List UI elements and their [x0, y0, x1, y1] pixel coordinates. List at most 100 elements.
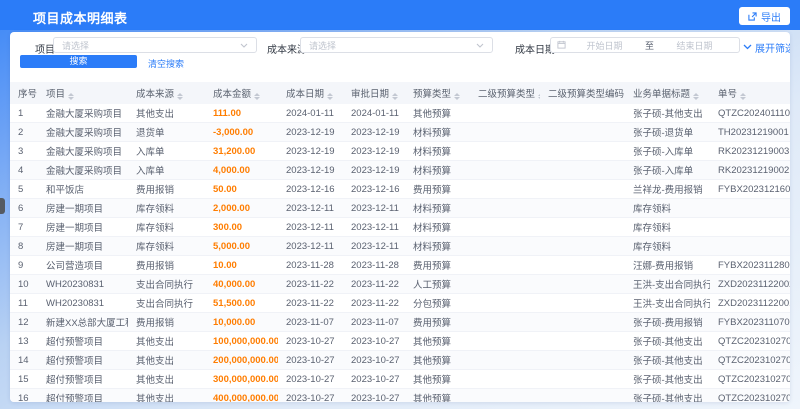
cell-seq: 13	[10, 331, 38, 351]
chevron-down-icon	[240, 40, 248, 50]
cell-budget-type: 材料预算	[405, 122, 470, 142]
table-row[interactable]: 14 超付预警项目 其他支出 200,000,000.00 2023-10-27 2023…	[10, 350, 790, 370]
cell-cost-date: 2023-12-11	[278, 217, 343, 237]
cell-doc-no	[710, 236, 790, 256]
cell-cost-date: 2023-12-19	[278, 160, 343, 180]
start-date-input[interactable]: 开始日期	[566, 39, 643, 52]
table-row[interactable]: 12新建XX总部大厦工程二期费用报销10,000.002023-11-07202…	[10, 312, 790, 332]
table-row[interactable]: 7 房建一期项目 库存领料 300.00 2023-12-11 2023-12-11 材料预…	[10, 217, 790, 237]
project-select-placeholder: 请选择	[62, 40, 90, 51]
cell-budget-type: 其他预算	[405, 331, 470, 351]
cell-approve-date: 2023-12-11	[343, 198, 405, 218]
cell-cost-date: 2023-11-28	[278, 255, 343, 275]
table-row[interactable]: 16 超付预警项目 其他支出 400,000,000.00 2023-10-27 2023…	[10, 388, 790, 402]
sort-icon[interactable]	[177, 93, 184, 100]
cost-source-select[interactable]: 请选择	[300, 37, 493, 53]
table-row[interactable]: 6 房建一期项目 库存领料 2,000.00 2023-12-11 2023-12-11 材…	[10, 198, 790, 218]
project-select[interactable]: 请选择	[53, 37, 257, 53]
cell-seq: 15	[10, 369, 38, 389]
cell-sub-budget-type	[470, 293, 540, 313]
chevron-down-icon	[743, 42, 752, 53]
cell-cost-source: 入库单	[128, 160, 205, 180]
cell-approve-date: 2023-10-27	[343, 388, 405, 402]
column-header-budget-type[interactable]: 预算类型	[405, 82, 470, 104]
cell-approve-date: 2023-12-11	[343, 217, 405, 237]
cell-approve-date: 2023-12-19	[343, 122, 405, 142]
column-label: 预算类型	[413, 89, 452, 100]
cell-amount: 10.00	[205, 255, 278, 275]
export-button[interactable]: 导出	[739, 7, 790, 25]
column-header-sub-budget-type[interactable]: 二级预算类型	[470, 82, 540, 104]
sort-icon[interactable]	[693, 93, 700, 100]
search-button[interactable]: 搜索	[20, 55, 137, 68]
sort-icon[interactable]	[454, 93, 461, 100]
cell-doc-no: RK20231219003	[710, 141, 790, 161]
column-header-sub-budget-code[interactable]: 二级预算类型编码	[540, 82, 625, 104]
cell-cost-source: 其他支出	[128, 331, 205, 351]
table-row[interactable]: 2 金融大厦采购项目 退货单 -3,000.00 2023-12-19 2023-12-1…	[10, 122, 790, 142]
cell-amount: 100,000,000.00	[205, 331, 278, 351]
cell-cost-date: 2023-10-27	[278, 388, 343, 402]
cost-date-range-input[interactable]: 开始日期 至 结束日期	[550, 37, 740, 53]
cell-cost-source: 支出合同执行	[128, 293, 205, 313]
sort-icon[interactable]	[68, 93, 75, 100]
cell-doc-title: 张子硕-退货单	[625, 122, 710, 142]
column-header-cost-source[interactable]: 成本来源	[128, 82, 205, 104]
cell-seq: 6	[10, 198, 38, 218]
clear-search-button[interactable]: 清空搜索	[148, 57, 184, 70]
cell-cost-source: 支出合同执行	[128, 274, 205, 294]
column-header-amount[interactable]: 成本金额	[205, 82, 278, 104]
cell-cost-source: 库存领料	[128, 217, 205, 237]
sort-icon[interactable]	[740, 93, 747, 100]
cell-doc-no: QTZC20231027002	[710, 388, 790, 402]
column-header-cost-date[interactable]: 成本日期	[278, 82, 343, 104]
cell-amount: 300,000,000.00	[205, 369, 278, 389]
cell-cost-date: 2023-12-19	[278, 122, 343, 142]
cell-doc-title: 张子硕-入库单	[625, 141, 710, 161]
column-header-approve-date[interactable]: 审批日期	[343, 82, 405, 104]
cell-seq: 10	[10, 274, 38, 294]
column-label: 单号	[718, 89, 738, 100]
cell-seq: 4	[10, 160, 38, 180]
cell-budget-type: 人工预算	[405, 274, 470, 294]
expand-filters-link[interactable]: 展开筛选	[743, 40, 790, 55]
cell-amount: 2,000.00	[205, 198, 278, 218]
cell-project: 新建XX总部大厦工程二期	[38, 312, 128, 332]
table-row[interactable]: 9 公司营造项目 费用报销 10.00 2023-11-28 2023-11-28 费用预算…	[10, 255, 790, 275]
cell-amount: 200,000,000.00	[205, 350, 278, 370]
sort-icon[interactable]	[538, 93, 540, 100]
cell-doc-no: QTZC20231027002	[710, 350, 790, 370]
table-row[interactable]: 3 金融大厦采购项目 入库单 31,200.00 2023-12-19 2023-12-1…	[10, 141, 790, 161]
cell-amount: -3,000.00	[205, 122, 278, 142]
date-range-separator: 至	[645, 40, 655, 51]
column-label: 业务单据标题	[633, 89, 691, 100]
drawer-handle[interactable]	[0, 198, 5, 214]
table-row[interactable]: 1 金融大厦采购项目 其他支出 111.00 2024-01-11 2024-01-11 其…	[10, 104, 790, 123]
table-row[interactable]: 10 WH20230831 支出合同执行 40,000.00 2023-11-22 202…	[10, 274, 790, 294]
cell-project: 公司营造项目	[38, 255, 128, 275]
column-label: 二级预算类型	[478, 89, 536, 100]
cell-doc-title: 张子硕-入库单	[625, 160, 710, 180]
table-row[interactable]: 5 和平饭店 费用报销 50.00 2023-12-16 2023-12-16 费用预算 兰祥…	[10, 179, 790, 199]
cost-table-container: 序号 项目 成本来源 成本金额 成本日期 审批日期 预算类型 二级预算类型 二级预算类型编码 业务…	[10, 82, 790, 402]
cell-sub-budget-code	[540, 293, 625, 313]
table-row[interactable]: 4 金融大厦采购项目 入库单 4,000.00 2023-12-19 2023-12-19…	[10, 160, 790, 180]
cell-doc-title: 张子硕-其他支出	[625, 331, 710, 351]
cell-cost-date: 2023-11-22	[278, 293, 343, 313]
table-row[interactable]: 11 WH20230831 支出合同执行 51,500.00 2023-11-22 202…	[10, 293, 790, 313]
table-row[interactable]: 13 超付预警项目 其他支出 100,000,000.00 2023-10-27 2023…	[10, 331, 790, 351]
cell-budget-type: 材料预算	[405, 198, 470, 218]
column-header-doc-title[interactable]: 业务单据标题	[625, 82, 710, 104]
sort-icon[interactable]	[392, 93, 399, 100]
column-header-doc-no[interactable]: 单号	[710, 82, 790, 104]
cell-amount: 50.00	[205, 179, 278, 199]
cell-sub-budget-type	[470, 369, 540, 389]
table-row[interactable]: 8 房建一期项目 库存领料 5,000.00 2023-12-11 2023-12-11 材…	[10, 236, 790, 256]
table-row[interactable]: 15 超付预警项目 其他支出 300,000,000.00 2023-10-27 2023…	[10, 369, 790, 389]
sort-icon[interactable]	[254, 93, 261, 100]
column-header-seq: 序号	[10, 82, 38, 104]
sort-icon[interactable]	[327, 93, 334, 100]
end-date-input[interactable]: 结束日期	[656, 39, 733, 52]
column-header-project[interactable]: 项目	[38, 82, 128, 104]
cell-project: WH20230831	[38, 274, 128, 294]
